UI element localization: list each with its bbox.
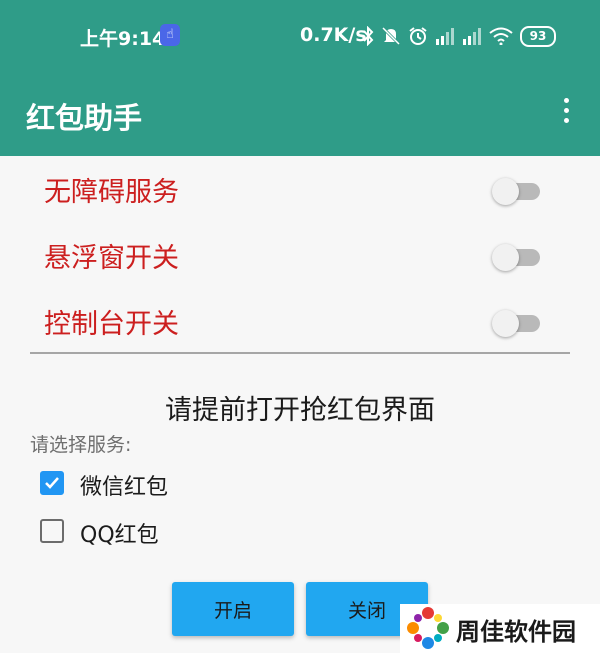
- toggle-row-console: 控制台开关: [0, 292, 600, 352]
- wechat-checkbox[interactable]: [40, 471, 64, 495]
- hand-touch-icon: ☝: [160, 24, 180, 46]
- status-icons: 93: [362, 24, 556, 48]
- battery-icon: 93: [520, 25, 556, 47]
- toggle-row-accessibility: 无障碍服务: [0, 160, 600, 220]
- check-icon: [45, 477, 59, 489]
- signal-icon: [463, 28, 481, 45]
- app-header: 上午9:14 ☝ 0.7K/s 93 红包助手: [0, 0, 600, 156]
- toggle-label: 悬浮窗开关: [44, 243, 179, 274]
- mute-icon: [381, 26, 401, 46]
- start-button[interactable]: 开启: [172, 582, 294, 636]
- pinwheel-logo-icon: [407, 607, 449, 649]
- status-bar: 上午9:14 ☝ 0.7K/s 93: [0, 0, 600, 72]
- console-switch[interactable]: [492, 310, 540, 337]
- toggle-label: 无障碍服务: [44, 177, 179, 208]
- option-label: QQ红包: [80, 523, 159, 548]
- qq-checkbox[interactable]: [40, 519, 64, 543]
- instruction-text: 请提前打开抢红包界面: [165, 395, 435, 426]
- wifi-icon: [489, 27, 513, 45]
- status-time: 上午9:14: [80, 28, 166, 50]
- toggle-label: 控制台开关: [44, 309, 179, 340]
- option-label: 微信红包: [80, 475, 169, 500]
- app-title: 红包助手: [26, 101, 143, 135]
- service-section-label: 请选择服务:: [30, 434, 132, 456]
- divider: [30, 352, 570, 354]
- accessibility-switch[interactable]: [492, 178, 540, 205]
- more-vert-icon[interactable]: [557, 98, 575, 130]
- floating-window-switch[interactable]: [492, 244, 540, 271]
- bluetooth-icon: [363, 26, 374, 46]
- watermark: 周佳软件园: [400, 604, 600, 653]
- watermark-text: 周佳软件园: [456, 618, 576, 646]
- network-speed: 0.7K/s: [300, 24, 367, 46]
- signal-icon: [436, 28, 454, 45]
- alarm-icon: [409, 27, 427, 45]
- toggle-row-floating-window: 悬浮窗开关: [0, 226, 600, 286]
